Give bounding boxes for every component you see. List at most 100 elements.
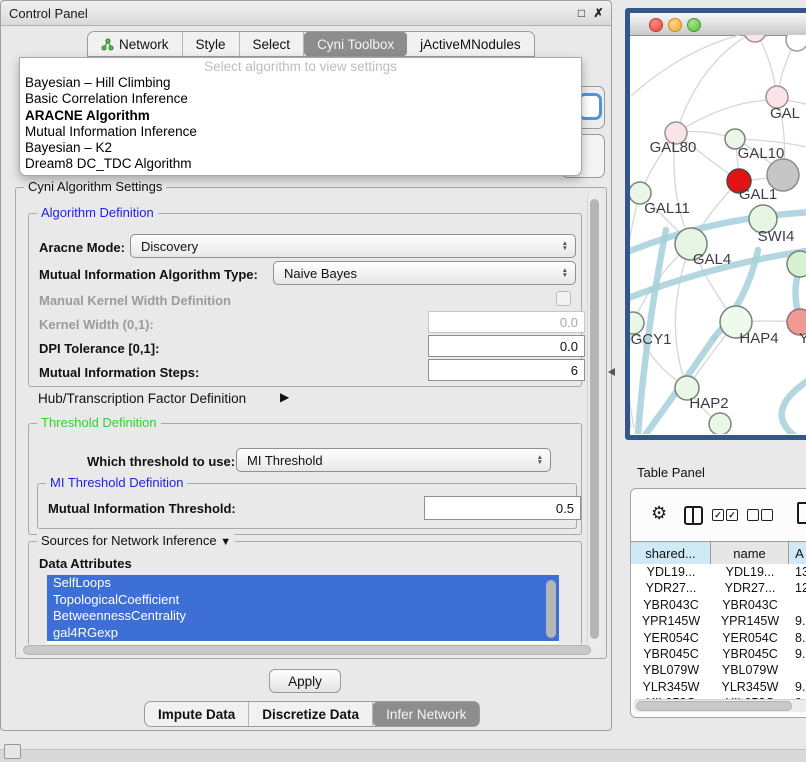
close-traffic-light-icon[interactable]: [649, 18, 663, 32]
algorithm-dropdown-popup: Select algorithm to view settings Bayesi…: [19, 57, 582, 176]
hub-expand-arrow-icon[interactable]: ▶: [280, 390, 289, 404]
algorithm-option[interactable]: Dream8 DC_TDC Algorithm: [20, 156, 581, 172]
attribute-list-item[interactable]: gal4RGexp: [47, 625, 559, 642]
dpi-tolerance-value: 0.0: [560, 339, 578, 354]
apply-label: Apply: [288, 674, 322, 689]
network-node-green-bottom[interactable]: [709, 413, 731, 434]
manual-kernel-checkbox[interactable]: [556, 291, 571, 306]
table-panel-title: Table Panel: [637, 465, 705, 480]
table-cell: 9.: [789, 613, 806, 629]
tab-cyni-toolbox[interactable]: Cyni Toolbox: [304, 32, 407, 56]
table-row[interactable]: YBR043CYBR043C: [631, 597, 806, 613]
zoom-traffic-light-icon[interactable]: [687, 18, 701, 32]
node-label: HAP2: [689, 395, 728, 412]
close-icon[interactable]: ✗: [591, 5, 606, 20]
table-hscrollbar-thumb[interactable]: [636, 701, 792, 711]
spinner-icon: ▲▼: [562, 262, 568, 284]
table-cell: 9.: [789, 646, 806, 662]
table-row[interactable]: YDL19...YDL19...13: [631, 564, 806, 580]
aracne-mode-label: Aracne Mode:: [39, 240, 125, 255]
tab-discretize-data[interactable]: Discretize Data: [249, 702, 373, 726]
table-row[interactable]: YBL079WYBL079W: [631, 662, 806, 678]
settings-scrollbar-thumb[interactable]: [590, 199, 599, 639]
table-row[interactable]: YER054CYER054C8.: [631, 630, 806, 646]
hub-definition-toggle-label[interactable]: Hub/Transcription Factor Definition: [38, 391, 246, 406]
dpi-tolerance-field[interactable]: 0.0: [428, 335, 585, 357]
settings-hscrollbar[interactable]: [20, 644, 598, 656]
table-cell: YDR27...: [631, 580, 711, 596]
table-cell: YPR145W: [631, 613, 711, 629]
checked-checkbox-icon[interactable]: ✓: [726, 509, 738, 521]
settings-hscrollbar-thumb[interactable]: [23, 645, 591, 655]
algorithm-option[interactable]: Bayesian – Hill Climbing: [20, 75, 581, 91]
attribute-list-item[interactable]: BetweennessCentrality: [47, 608, 559, 625]
algorithm-option[interactable]: ARACNE Algorithm: [20, 108, 581, 124]
network-node-green-right[interactable]: [787, 251, 806, 277]
which-threshold-select[interactable]: MI Threshold ▲▼: [236, 448, 551, 472]
table-cell: YDL19...: [711, 564, 789, 580]
network-node-pink-top[interactable]: [744, 35, 766, 42]
settings-scrollbar[interactable]: [587, 191, 602, 653]
table-row[interactable]: YLR345WYLR345W9.: [631, 679, 806, 695]
apply-button[interactable]: Apply: [269, 669, 341, 693]
tab-infer-network[interactable]: Infer Network: [373, 702, 479, 726]
attribute-list-item[interactable]: TopologicalCoefficient: [47, 592, 559, 609]
aracne-mode-select[interactable]: Discovery ▲▼: [130, 234, 576, 258]
kernel-width-label: Kernel Width (0,1):: [39, 317, 154, 332]
mi-algorithm-type-select[interactable]: Naive Bayes ▲▼: [273, 261, 576, 285]
attribute-list-item[interactable]: SelfLoops: [47, 575, 559, 592]
document-icon[interactable]: [797, 502, 806, 524]
network-node-outline-top[interactable]: [786, 35, 806, 51]
node-label: GAL80: [650, 139, 697, 156]
which-threshold-value: MI Threshold: [247, 453, 323, 468]
control-panel-titlebar[interactable]: Control Panel □ ✗: [1, 1, 611, 26]
algorithm-definition-group: Algorithm Definition Aracne Mode: Discov…: [28, 213, 582, 387]
table-row[interactable]: YPR145WYPR145W9.: [631, 613, 806, 629]
kernel-width-field[interactable]: 0.0: [428, 311, 585, 333]
control-panel-tabs: Network Style Select Cyni Toolbox jActiv…: [87, 31, 535, 57]
table-row[interactable]: YBR045CYBR045C9.: [631, 646, 806, 662]
network-window-titlebar[interactable]: [630, 13, 806, 36]
column-header[interactable]: A: [789, 542, 806, 565]
which-threshold-label: Which threshold to use:: [87, 454, 235, 469]
unchecked-checkbox-icon[interactable]: [747, 509, 759, 521]
sources-title[interactable]: Sources for Network Inference ▼: [37, 533, 235, 548]
gear-icon[interactable]: ⚙: [651, 503, 667, 524]
aracne-mode-value: Discovery: [141, 239, 198, 254]
algorithm-option[interactable]: Basic Correlation Inference: [20, 91, 581, 107]
tab-jactivemnodules[interactable]: jActiveMNodules: [407, 32, 534, 56]
table-hscrollbar[interactable]: [633, 699, 806, 712]
sources-group: Sources for Network Inference ▼ Data Att…: [28, 541, 582, 649]
float-icon[interactable]: □: [574, 5, 589, 20]
unchecked-checkbox-icon[interactable]: [761, 509, 773, 521]
data-attributes-list[interactable]: SelfLoopsTopologicalCoefficientBetweenne…: [47, 575, 559, 645]
table-row[interactable]: YDR27...YDR27...12: [631, 580, 806, 596]
columns-icon[interactable]: [684, 506, 703, 525]
tab-select[interactable]: Select: [240, 32, 305, 56]
column-header[interactable]: name: [711, 542, 789, 565]
checked-checkbox-icon[interactable]: ✓: [712, 509, 724, 521]
tab-style[interactable]: Style: [183, 32, 240, 56]
network-edge: [782, 378, 806, 434]
network-canvas[interactable]: GALGAL80GAL10GAL1GAL11SWI4GAL4GCY1HAP4YH…: [630, 35, 806, 434]
collapse-panel-icon[interactable]: [4, 744, 21, 759]
threshold-definition-group: Threshold Definition Which threshold to …: [28, 423, 582, 535]
mi-threshold-field[interactable]: 0.5: [424, 496, 581, 520]
column-header[interactable]: shared...: [631, 542, 711, 565]
tab-impute-data[interactable]: Impute Data: [145, 702, 249, 726]
node-label: GAL4: [693, 251, 731, 268]
table-cell: YBL079W: [631, 662, 711, 678]
cyni-algorithm-settings-group: Cyni Algorithm Settings Algorithm Defini…: [15, 187, 607, 659]
network-node-gray[interactable]: [767, 159, 799, 191]
mi-steps-field[interactable]: 6: [428, 359, 585, 381]
algorithm-option[interactable]: Bayesian – K2: [20, 140, 581, 156]
table-cell: YER054C: [711, 630, 789, 646]
minimize-traffic-light-icon[interactable]: [668, 18, 682, 32]
algorithm-option[interactable]: Mutual Information Inference: [20, 124, 581, 140]
tab-network[interactable]: Network: [88, 32, 183, 56]
table-cell: [789, 662, 806, 678]
table-header: shared...nameA: [631, 541, 806, 566]
tab-label: Infer Network: [386, 707, 466, 722]
table-body: YDL19...YDL19...13YDR27...YDR27...12YBR0…: [631, 564, 806, 699]
attributes-scrollbar-thumb[interactable]: [546, 580, 556, 638]
